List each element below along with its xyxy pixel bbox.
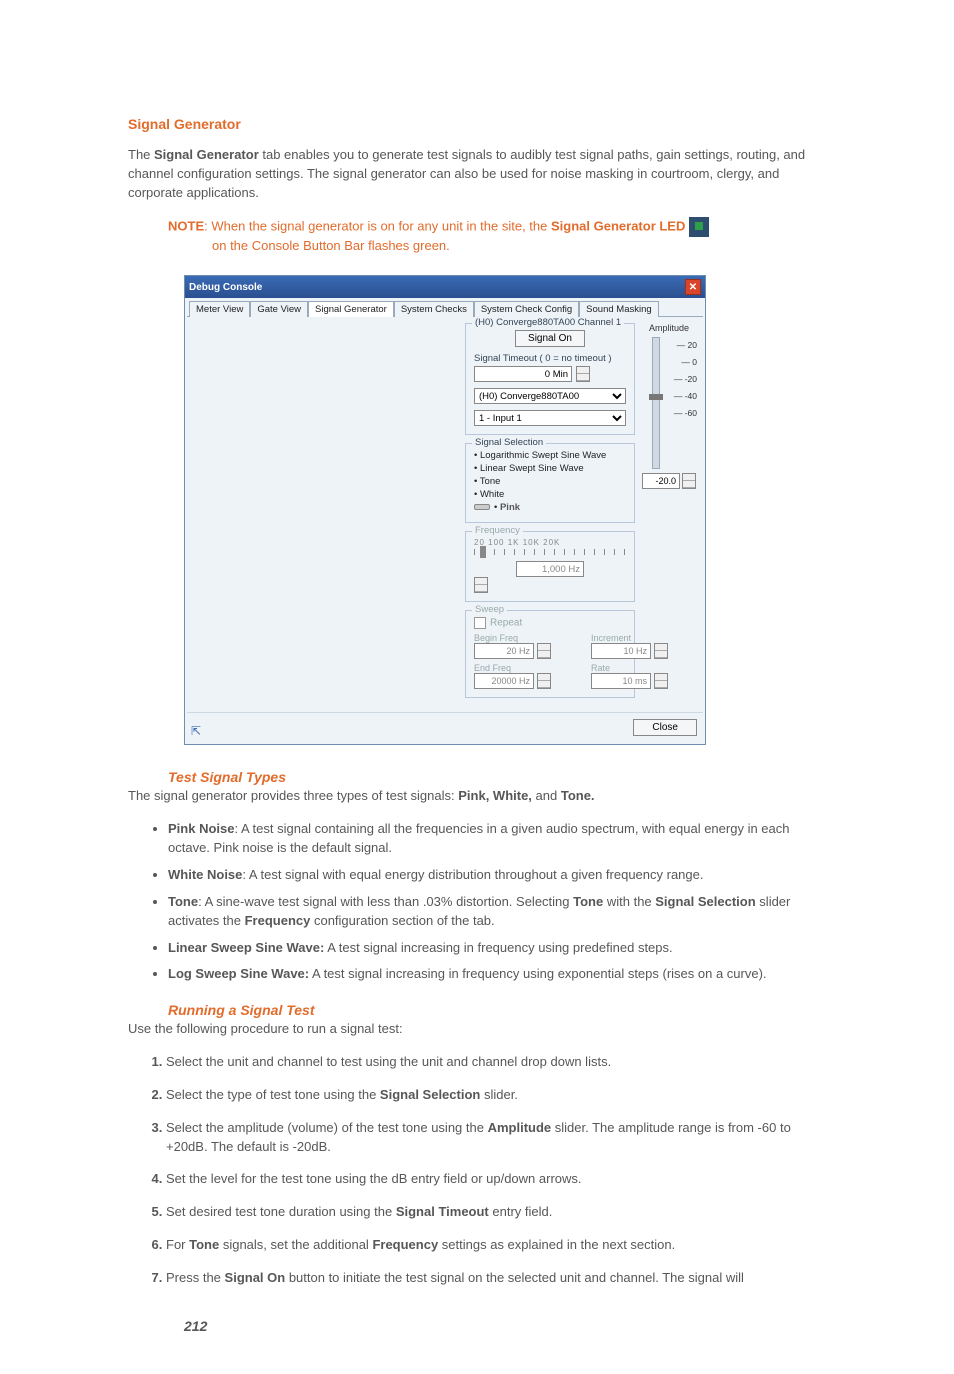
amplitude-input[interactable] — [642, 473, 680, 489]
rate-label: Rate — [591, 663, 668, 673]
increment-label: Increment — [591, 633, 668, 643]
list-item: For Tone signals, set the additional Fre… — [166, 1236, 826, 1255]
timeout-label: Signal Timeout ( 0 = no timeout ) — [474, 353, 626, 364]
list-item: Select the amplitude (volume) of the tes… — [166, 1119, 826, 1157]
tab-meter-view[interactable]: Meter View — [189, 301, 250, 317]
tab-system-check-config[interactable]: System Check Config — [474, 301, 579, 317]
test-signal-types-head: Test Signal Types — [168, 769, 826, 785]
sweep-group: Sweep Repeat Begin Freq Increment — [465, 610, 635, 698]
close-icon[interactable]: ✕ — [685, 279, 701, 295]
end-freq-spinner[interactable] — [537, 673, 551, 689]
sg-led-text: Signal Generator LED — [551, 218, 685, 233]
note-text-1: : When the signal generator is on for an… — [204, 218, 551, 233]
debug-console-title: Debug Console — [189, 282, 262, 293]
begin-freq-label: Begin Freq — [474, 633, 551, 643]
note-text-2: on the Console Button Bar flashes green. — [212, 238, 450, 253]
tab-signal-generator[interactable]: Signal Generator — [308, 301, 394, 317]
amplitude-spinner[interactable] — [682, 473, 696, 489]
note-block: NOTE: When the signal generator is on fo… — [168, 217, 826, 256]
list-item: White Noise: A test signal with equal en… — [168, 866, 826, 885]
timeout-input[interactable] — [474, 366, 572, 382]
unit-channel-group: (H0) Converge880TA00 Channel 1 Signal On… — [465, 323, 635, 435]
sig-opt-log[interactable]: • Logarithmic Swept Sine Wave — [474, 450, 626, 463]
tab-system-checks[interactable]: System Checks — [394, 301, 474, 317]
list-item: Tone: A sine-wave test signal with less … — [168, 893, 826, 931]
end-freq-label: End Freq — [474, 663, 551, 673]
frequency-title: Frequency — [472, 525, 523, 536]
list-item: Set the level for the test tone using th… — [166, 1170, 826, 1189]
list-item: Select the type of test tone using the S… — [166, 1086, 826, 1105]
increment-input[interactable] — [591, 643, 651, 659]
sig-opt-tone[interactable]: • Tone — [474, 476, 626, 489]
signal-selection-group: Signal Selection • Logarithmic Swept Sin… — [465, 443, 635, 523]
signal-on-button[interactable]: Signal On — [515, 330, 585, 347]
list-item: Press the Signal On button to initiate t… — [166, 1269, 826, 1288]
list-item: Set desired test tone duration using the… — [166, 1203, 826, 1222]
tab-gate-view[interactable]: Gate View — [250, 301, 308, 317]
repeat-checkbox[interactable]: Repeat — [474, 617, 626, 629]
list-item: Select the unit and channel to test usin… — [166, 1053, 826, 1072]
frequency-slider[interactable] — [474, 549, 626, 555]
increment-spinner[interactable] — [654, 643, 668, 659]
run-intro: Use the following procedure to run a sig… — [128, 1020, 826, 1039]
frequency-scale: 20 100 1K 10K 20K — [474, 538, 626, 547]
tab-sound-masking[interactable]: Sound Masking — [579, 301, 658, 317]
list-item: Linear Sweep Sine Wave: A test signal in… — [168, 939, 826, 958]
sig-opt-linear[interactable]: • Linear Swept Sine Wave — [474, 463, 626, 476]
page-number: 212 — [184, 1318, 826, 1334]
running-signal-test-head: Running a Signal Test — [168, 1002, 826, 1018]
list-item: Pink Noise: A test signal containing all… — [168, 820, 826, 858]
sig-opt-white[interactable]: • White — [474, 489, 626, 502]
close-button[interactable]: Close — [633, 719, 697, 736]
note-label: NOTE — [168, 218, 204, 233]
frequency-group: Frequency 20 100 1K 10K 20K — [465, 531, 635, 602]
unit-select[interactable]: (H0) Converge880TA00 — [474, 388, 626, 404]
frequency-spinner[interactable] — [474, 577, 488, 593]
rate-spinner[interactable] — [654, 673, 668, 689]
end-freq-input[interactable] — [474, 673, 534, 689]
signal-type-list: Pink Noise: A test signal containing all… — [156, 820, 826, 984]
sweep-title: Sweep — [472, 604, 507, 615]
debug-console-window: Debug Console ✕ Meter View Gate View Sig… — [184, 275, 706, 745]
channel-select[interactable]: 1 - Input 1 — [474, 410, 626, 426]
section-title: Signal Generator — [128, 116, 826, 132]
signal-selection-title: Signal Selection — [472, 437, 546, 448]
pin-icon[interactable]: ⇱ — [191, 724, 201, 738]
timeout-spinner[interactable] — [576, 366, 590, 382]
begin-freq-input[interactable] — [474, 643, 534, 659]
debug-console-titlebar: Debug Console ✕ — [185, 276, 705, 298]
amplitude-scale: — 20 — 0 — -20 — -40 — -60 — [674, 337, 697, 473]
begin-freq-spinner[interactable] — [537, 643, 551, 659]
signal-generator-led-icon — [689, 217, 709, 237]
amplitude-slider[interactable] — [652, 337, 660, 469]
debug-console-tabs: Meter View Gate View Signal Generator Sy… — [187, 300, 703, 317]
procedure-list: Select the unit and channel to test usin… — [150, 1053, 826, 1288]
sig-opt-pink[interactable]: • Pink — [474, 502, 626, 515]
unit-channel-label: (H0) Converge880TA00 Channel 1 — [472, 317, 624, 328]
rate-input[interactable] — [591, 673, 651, 689]
amplitude-title: Amplitude — [641, 323, 697, 333]
intro-paragraph: The Signal Generator tab enables you to … — [128, 146, 826, 203]
list-item: Log Sweep Sine Wave: A test signal incre… — [168, 965, 826, 984]
tst-intro: The signal generator provides three type… — [128, 787, 826, 806]
frequency-input[interactable] — [516, 561, 584, 577]
